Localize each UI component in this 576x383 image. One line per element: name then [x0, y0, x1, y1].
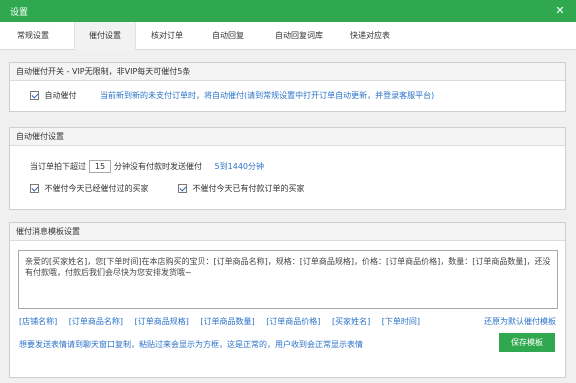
template-panel: 催付消息模板设置 亲爱的[买家姓名]，您[下单时间]在本店购买的宝贝：[订单商品… — [9, 222, 566, 378]
minutes-input[interactable]: 15 — [89, 160, 111, 173]
emoji-hint: 想要发送表情请到聊天窗口复制，粘贴过来会显示为方框，这是正常的，用户收到会正常显… — [19, 340, 363, 349]
minutes-range-hint: 5到1440分钟 — [214, 162, 264, 171]
tab-verify-orders[interactable]: 核对订单 — [144, 22, 190, 50]
tab-payment-reminder-settings[interactable]: 催付设置 — [74, 22, 136, 50]
var-item-spec-link[interactable]: [订单商品规格] — [135, 317, 189, 326]
skip-reminded-buyers-checkbox[interactable] — [30, 184, 39, 193]
timeout-suffix-label: 分钟没有付款时发送催付 — [114, 162, 202, 171]
tab-general-settings[interactable]: 常规设置 — [8, 22, 58, 50]
auto-switch-header: 自动催付开关 - VIP无限制，非VIP每天可催付5条 — [10, 63, 565, 81]
timeout-prefix-label: 当订单拍下超过 — [30, 162, 86, 171]
auto-switch-description: 当前新到新的未支付订单时，将自动催付(请到常规设置中打开订单自动更新，并登录客服… — [100, 91, 435, 100]
auto-settings-header: 自动催付设置 — [10, 128, 565, 146]
window-title: 设置 — [10, 8, 29, 18]
var-buyer-name-link[interactable]: [买家姓名] — [332, 317, 370, 326]
template-variable-links: [店铺名称] [订单商品名称] [订单商品规格] [订单商品数量] [订单商品价… — [19, 316, 429, 327]
skip-paid-buyers-label: 不催付今天已有付款订单的买家 — [192, 184, 305, 193]
auto-reminder-label: 自动催付 — [44, 91, 77, 100]
close-icon[interactable]: ✕ — [552, 3, 568, 19]
skip-reminded-buyers-label: 不催付今天已经催付过的买家 — [44, 184, 149, 193]
template-textarea[interactable]: 亲爱的[买家姓名]，您[下单时间]在本店购买的宝贝：[订单商品名称]，规格：[订… — [18, 250, 558, 309]
tab-express-mapping[interactable]: 快递对应表 — [340, 22, 400, 50]
auto-settings-panel: 自动催付设置 当订单拍下超过 15 分钟没有付款时发送催付 5到1440分钟 不催付… — [9, 127, 566, 210]
restore-default-template-link[interactable]: 还原为默认催付模板 — [484, 316, 556, 327]
auto-reminder-checkbox[interactable] — [30, 91, 39, 100]
template-header: 催付消息模板设置 — [10, 223, 565, 241]
settings-content: 自动催付开关 - VIP无限制，非VIP每天可催付5条 自动催付 当前新到新的未… — [0, 50, 576, 383]
var-item-quantity-link[interactable]: [订单商品数量] — [200, 317, 254, 326]
var-shop-name-link[interactable]: [店铺名称] — [19, 317, 57, 326]
save-template-button[interactable]: 保存模板 — [499, 333, 555, 352]
tab-bar: 常规设置 催付设置 核对订单 自动回复 自动回复词库 快递对应表 — [0, 22, 576, 50]
tab-auto-reply[interactable]: 自动回复 — [204, 22, 252, 50]
var-item-price-link[interactable]: [订单商品价格] — [266, 317, 320, 326]
skip-paid-buyers-checkbox[interactable] — [178, 184, 187, 193]
var-item-name-link[interactable]: [订单商品名称] — [69, 317, 123, 326]
auto-switch-panel: 自动催付开关 - VIP无限制，非VIP每天可催付5条 自动催付 当前新到新的未… — [9, 62, 566, 112]
title-bar: 设置 ✕ — [0, 0, 576, 22]
var-order-time-link[interactable]: [下单时间] — [382, 317, 420, 326]
tab-auto-reply-lexicon[interactable]: 自动回复词库 — [264, 22, 334, 50]
